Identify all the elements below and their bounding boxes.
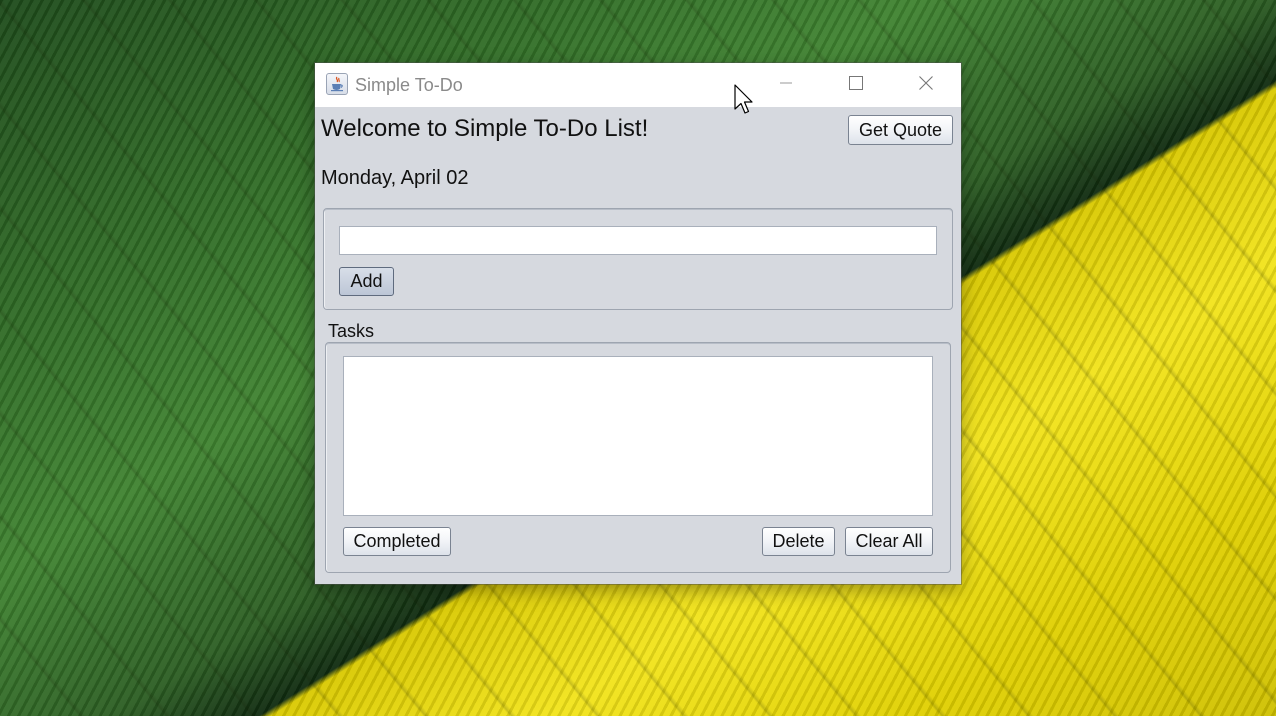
title-bar[interactable]: Simple To-Do [315, 63, 961, 107]
current-date: Monday, April 02 [321, 167, 469, 189]
delete-button[interactable]: Delete [762, 527, 835, 556]
maximize-button[interactable] [821, 63, 891, 107]
window-title: Simple To-Do [355, 75, 463, 95]
task-entry-panel [323, 208, 953, 310]
minimize-button[interactable] [751, 63, 821, 107]
todo-window: Simple To-Do Welcome to Simple To-Do Lis… [315, 63, 961, 584]
maximize-icon [848, 75, 864, 95]
minimize-icon [778, 75, 794, 95]
close-icon [918, 75, 934, 95]
task-list[interactable] [343, 356, 933, 516]
add-button[interactable]: Add [339, 267, 394, 296]
tasks-panel-title: Tasks [328, 321, 375, 341]
welcome-heading: Welcome to Simple To-Do List! [321, 115, 649, 142]
java-cup-icon [326, 73, 348, 95]
completed-button[interactable]: Completed [343, 527, 451, 556]
clear-all-button[interactable]: Clear All [845, 527, 933, 556]
get-quote-button[interactable]: Get Quote [848, 115, 953, 145]
close-button[interactable] [891, 63, 961, 107]
task-input[interactable] [339, 226, 937, 255]
mouse-pointer-icon [734, 84, 756, 116]
